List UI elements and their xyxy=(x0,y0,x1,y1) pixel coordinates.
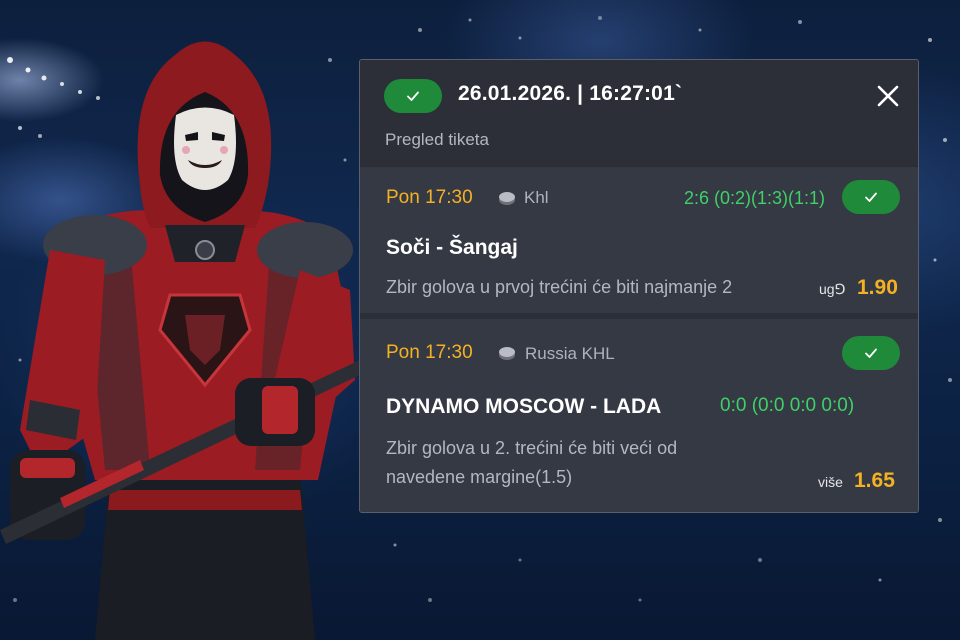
check-icon xyxy=(407,91,419,101)
bet-status-badge xyxy=(842,180,900,214)
bet-result: 0:0 (0:0 0:0 0:0) xyxy=(720,395,855,416)
check-icon xyxy=(865,192,877,202)
bet-time: Pon 17:30 xyxy=(386,187,473,208)
bet-item: Pon 17:30 Russia KHL DYNAMO MOSCOW - LAD… xyxy=(360,313,918,512)
hockey-player-illustration xyxy=(0,41,366,640)
bet-odd: 1.65 xyxy=(854,469,895,492)
bet-league: Khl xyxy=(524,188,549,207)
bet-pick: više xyxy=(818,474,843,490)
bet-time: Pon 17:30 xyxy=(386,342,473,363)
bet-pick: ug⅁ xyxy=(819,281,846,297)
bet-league: Russia KHL xyxy=(525,344,615,363)
bet-result: 2:6 (0:2)(1:3)(1:1) xyxy=(684,188,826,208)
bet-market-line-2: navedene margine(1.5) xyxy=(386,467,573,487)
hockey-puck-icon xyxy=(499,192,515,205)
ticket-subtitle: Pregled tiketa xyxy=(385,130,489,149)
close-button[interactable] xyxy=(876,84,900,108)
hockey-puck-icon xyxy=(499,347,515,360)
bet-status-badge xyxy=(842,336,900,370)
bet-match: DYNAMO MOSCOW - LADA xyxy=(386,395,662,418)
bet-odd: 1.90 xyxy=(857,276,898,299)
ticket-header: 26.01.2026. | 16:27:01` Pregled tiketa xyxy=(360,60,918,166)
bet-match: Soči - Šangaj xyxy=(386,236,518,259)
bet-market: Zbir golova u prvoj trećini će biti najm… xyxy=(386,277,733,297)
check-icon xyxy=(865,348,877,358)
close-icon[interactable] xyxy=(876,84,900,108)
bet-market-line-1: Zbir golova u 2. trećini će biti veći od xyxy=(386,438,678,458)
ticket-status-badge xyxy=(384,79,442,113)
ticket-preview-panel: 26.01.2026. | 16:27:01` Pregled tiketa P… xyxy=(359,59,919,513)
bet-item: Pon 17:30 Khl 2:6 (0:2)(1:3)(1:1) Soči -… xyxy=(360,166,918,313)
ticket-datetime: 26.01.2026. | 16:27:01` xyxy=(458,82,683,105)
